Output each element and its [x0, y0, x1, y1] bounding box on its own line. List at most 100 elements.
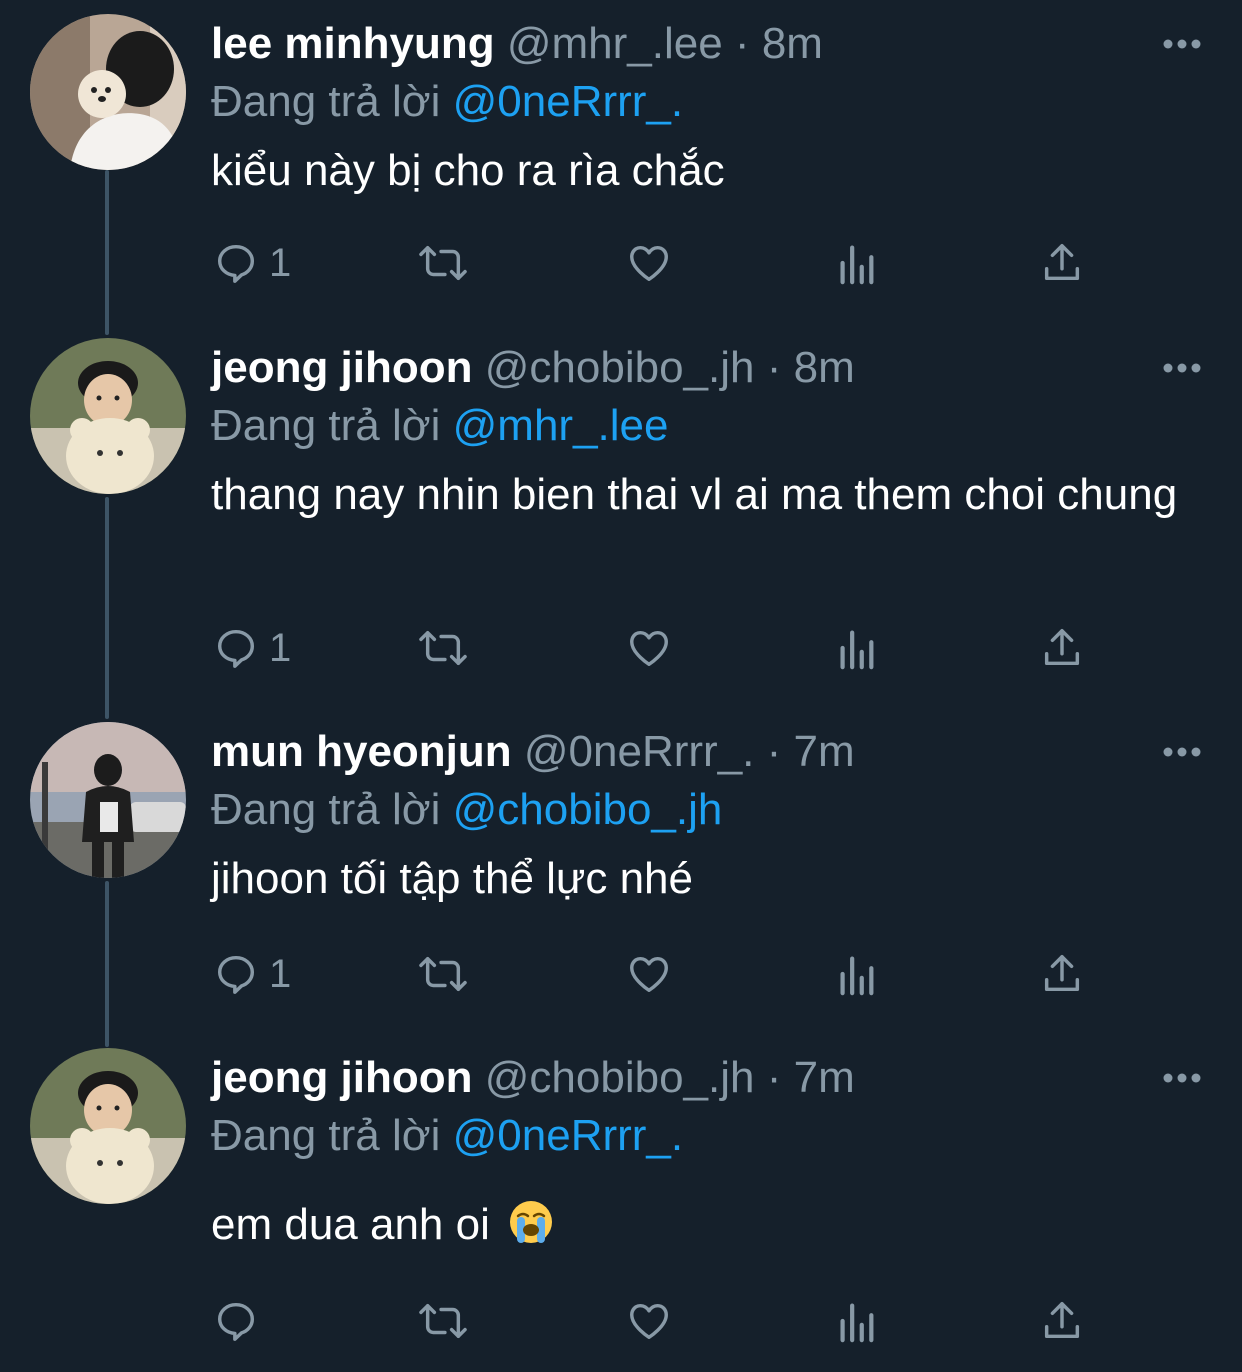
separator: ·	[766, 1053, 782, 1102]
loudly-crying-face-emoji-icon	[510, 1201, 553, 1243]
more-options-icon[interactable]	[1162, 358, 1202, 378]
display-name[interactable]: jeong jihoon	[211, 343, 473, 392]
tweet-text: jihoon tối tập thể lực nhé	[211, 854, 694, 903]
reply-icon	[217, 629, 255, 668]
replying-to: Đang trả lời @mhr_.lee	[211, 398, 1202, 454]
timestamp[interactable]: 8m	[762, 19, 823, 68]
display-name[interactable]: lee minhyung	[211, 19, 495, 68]
retweet-button[interactable]	[416, 1291, 470, 1351]
tweet-text: em dua anh oi	[211, 1196, 1202, 1254]
tweet-actions: 1	[211, 618, 1111, 678]
more-options-icon[interactable]	[1162, 34, 1202, 54]
reply-icon	[217, 244, 255, 283]
user-handle[interactable]: @0neRrrr_.	[524, 727, 755, 776]
display-name[interactable]: jeong jihoon	[211, 1053, 473, 1102]
timestamp[interactable]: 7m	[794, 727, 855, 776]
separator: ·	[766, 343, 782, 392]
replying-to-label: Đang trả lời	[211, 401, 441, 450]
replying-to-label: Đang trả lời	[211, 1111, 441, 1160]
retweet-icon	[419, 956, 467, 992]
user-handle[interactable]: @chobibo_.jh	[485, 343, 755, 392]
retweet-icon	[419, 1303, 467, 1339]
tweet[interactable]: jeong jihoon @chobibo_.jh · 8m Đang trả …	[0, 338, 1242, 698]
share-icon	[1044, 244, 1080, 281]
reply-count: 1	[269, 240, 292, 285]
replying-to-label: Đang trả lời	[211, 77, 441, 126]
avatar-photo-icon	[30, 1048, 186, 1204]
separator: ·	[766, 727, 782, 776]
share-icon	[1044, 629, 1080, 666]
tweet-header: lee minhyung @mhr_.lee · 8m	[211, 14, 1202, 74]
display-name[interactable]: mun hyeonjun	[211, 727, 512, 776]
analytics-icon	[840, 245, 874, 285]
share-button[interactable]	[1039, 1291, 1085, 1351]
like-icon	[630, 245, 668, 282]
replying-to: Đang trả lời @0neRrrr_.	[211, 74, 1202, 130]
share-button[interactable]	[1039, 233, 1085, 293]
analytics-button[interactable]	[835, 944, 877, 1004]
reply-button[interactable]: 1	[213, 618, 291, 678]
replying-to: Đang trả lời @0neRrrr_.	[211, 1108, 1202, 1164]
share-button[interactable]	[1039, 944, 1085, 1004]
like-button[interactable]	[625, 944, 673, 1004]
reply-button[interactable]: 1	[213, 944, 291, 1004]
analytics-icon	[840, 630, 874, 670]
retweet-icon	[419, 245, 467, 281]
reply-count: 1	[269, 951, 292, 996]
tweet-text-content: em dua anh oi	[211, 1200, 490, 1249]
share-icon	[1044, 1302, 1080, 1339]
analytics-icon	[840, 1303, 874, 1343]
tweet[interactable]: jeong jihoon @chobibo_.jh · 7m Đang trả …	[0, 1048, 1242, 1372]
avatar[interactable]	[30, 1048, 186, 1204]
separator: ·	[734, 19, 750, 68]
timestamp[interactable]: 7m	[794, 1053, 855, 1102]
retweet-icon	[419, 630, 467, 666]
replying-to-label: Đang trả lời	[211, 785, 441, 834]
avatar-photo-icon	[30, 14, 186, 170]
tweet-header: jeong jihoon @chobibo_.jh · 8m	[211, 338, 1202, 398]
retweet-button[interactable]	[416, 944, 470, 1004]
like-icon	[630, 1303, 668, 1340]
user-handle[interactable]: @mhr_.lee	[507, 19, 723, 68]
avatar-photo-icon	[30, 338, 186, 494]
tweet-text: kiểu này bị cho ra rìa chắc	[211, 146, 725, 195]
tweet[interactable]: lee minhyung @mhr_.lee · 8m Đang trả lời…	[0, 10, 1242, 310]
replying-to-link[interactable]: @mhr_.lee	[453, 401, 669, 450]
tweet-actions: 1	[211, 233, 1111, 293]
tweet-actions	[211, 1291, 1111, 1351]
timestamp[interactable]: 8m	[794, 343, 855, 392]
replying-to-link[interactable]: @chobibo_.jh	[453, 785, 723, 834]
like-button[interactable]	[625, 618, 673, 678]
retweet-button[interactable]	[416, 233, 470, 293]
like-button[interactable]	[625, 1291, 673, 1351]
analytics-button[interactable]	[835, 233, 877, 293]
reply-icon	[217, 955, 255, 994]
analytics-icon	[840, 956, 874, 996]
analytics-button[interactable]	[835, 618, 877, 678]
avatar[interactable]	[30, 722, 186, 878]
like-icon	[630, 956, 668, 993]
reply-button[interactable]	[213, 1291, 269, 1351]
reply-icon	[217, 1302, 255, 1341]
replying-to-link[interactable]: @0neRrrr_.	[453, 1111, 684, 1160]
reply-button[interactable]: 1	[213, 233, 291, 293]
replying-to: Đang trả lời @chobibo_.jh	[211, 782, 1202, 838]
share-icon	[1044, 955, 1080, 992]
like-icon	[630, 630, 668, 667]
share-button[interactable]	[1039, 618, 1085, 678]
more-options-icon[interactable]	[1162, 742, 1202, 762]
analytics-button[interactable]	[835, 1291, 877, 1351]
tweet-actions: 1	[211, 944, 1111, 1004]
reply-count: 1	[269, 625, 292, 670]
replying-to-link[interactable]: @0neRrrr_.	[453, 77, 684, 126]
tweet-header: jeong jihoon @chobibo_.jh · 7m	[211, 1048, 1202, 1108]
avatar[interactable]	[30, 14, 186, 170]
more-options-icon[interactable]	[1162, 1068, 1202, 1088]
user-handle[interactable]: @chobibo_.jh	[485, 1053, 755, 1102]
retweet-button[interactable]	[416, 618, 470, 678]
like-button[interactable]	[625, 233, 673, 293]
tweet-header: mun hyeonjun @0neRrrr_. · 7m	[211, 722, 1202, 782]
tweet-text: thang nay nhin bien thai vl ai ma them c…	[211, 470, 1178, 519]
avatar[interactable]	[30, 338, 186, 494]
tweet[interactable]: mun hyeonjun @0neRrrr_. · 7m Đang trả lờ…	[0, 722, 1242, 1022]
